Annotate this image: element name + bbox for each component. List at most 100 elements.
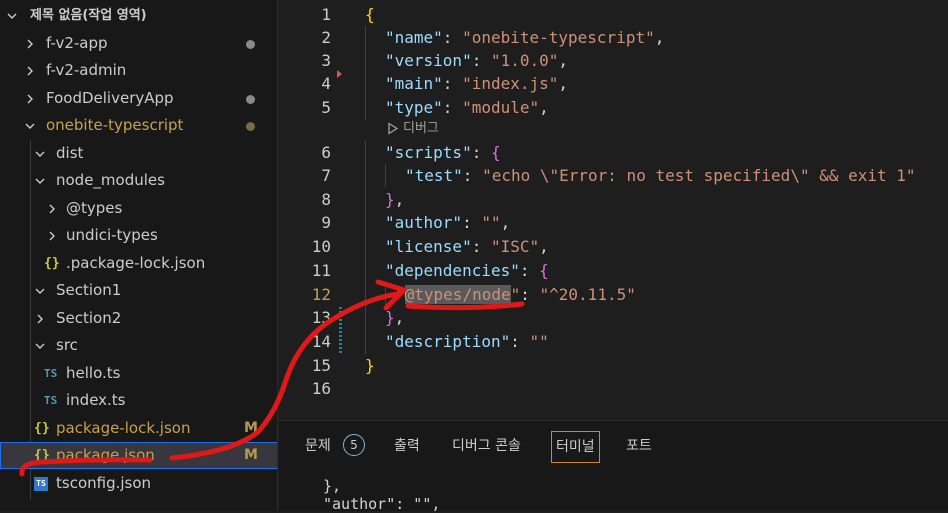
chevron-down-icon [34, 277, 48, 297]
folder-fooddeliveryapp[interactable]: FoodDeliveryApp [0, 85, 277, 112]
folder-label: node_modules [56, 171, 165, 189]
line-number: 5 [321, 98, 331, 117]
chevron-right-icon [34, 305, 48, 325]
tab-output[interactable]: 출력 [394, 434, 420, 458]
tab-problems[interactable]: 문제 [305, 434, 331, 458]
indent-guide [385, 282, 386, 305]
chevron-right-icon [46, 195, 60, 215]
code-line: "license": "ISC", [385, 237, 549, 256]
codelens-label: 디버그 [403, 121, 439, 136]
chevron-right-icon [46, 222, 60, 242]
folder-label: undici-types [66, 226, 158, 244]
folder-node-modules[interactable]: node_modules [0, 167, 277, 194]
chevron-down-icon [34, 332, 48, 352]
typescript-file-icon: TS [44, 394, 58, 407]
tab-debug-console[interactable]: 디버그 콘솔 [452, 434, 521, 458]
tab-label: 문제 [305, 438, 331, 454]
file-label: package-lock.json [56, 419, 191, 437]
breakpoint-hint-icon [337, 70, 342, 78]
line-number: 7 [321, 166, 331, 185]
file-tsconfig-json[interactable]: TS tsconfig.json [0, 470, 277, 497]
folder-label: @types [66, 199, 123, 217]
tab-ports[interactable]: 포트 [626, 434, 652, 458]
git-modified-badge: M [244, 420, 258, 436]
file-label: package.json [56, 446, 155, 464]
json-file-icon: {} [34, 448, 50, 463]
folder-onebite-typescript[interactable]: onebite-typescript [0, 112, 277, 139]
line-number: 16 [311, 379, 331, 398]
indent-guide [365, 26, 366, 120]
code-line: }, [385, 308, 405, 327]
chevron-down-icon [24, 112, 38, 132]
folder-label: Section2 [56, 309, 122, 327]
typescript-file-icon: TS [44, 367, 58, 380]
file-label: .package-lock.json [66, 254, 206, 272]
tsconfig-file-icon: TS [34, 477, 48, 491]
folder-undici-types[interactable]: undici-types [0, 222, 277, 249]
tab-label: 터미널 [556, 439, 595, 455]
code-editor[interactable]: 1 2 3 4 5 6 7 8 9 10 11 12 13 14 15 16 {… [279, 0, 948, 420]
folder-f-v2-admin[interactable]: f-v2-admin [0, 57, 277, 84]
modified-line-gutter [339, 330, 342, 353]
code-line: "author": "", [385, 213, 511, 232]
file-package-lock-json[interactable]: {} package-lock.json M [0, 415, 277, 442]
tab-label: 디버그 콘솔 [452, 438, 521, 454]
code-line: "name": "onebite-typescript", [385, 28, 665, 47]
folder-label: FoodDeliveryApp [46, 89, 174, 107]
folder-section1[interactable]: Section1 [0, 277, 277, 304]
folder-label: dist [56, 144, 84, 162]
file-dot-package-lock-json[interactable]: {} .package-lock.json [0, 250, 277, 277]
debug-codelens[interactable]: 디버그 [387, 119, 439, 139]
json-file-icon: {} [34, 421, 50, 436]
line-number: 6 [321, 143, 331, 162]
file-hello-ts[interactable]: TS hello.ts [0, 360, 277, 387]
folder-label: onebite-typescript [46, 116, 184, 134]
folder-label: f-v2-app [46, 34, 108, 52]
code-line-selected: "@types/node": "^20.11.5" [395, 285, 636, 304]
indent-guide [385, 164, 386, 187]
line-number: 14 [311, 332, 331, 351]
explorer-sidebar: 제목 없음(작업 영역) f-v2-app f-v2-admin FoodDel… [0, 0, 278, 510]
folder-types[interactable]: @types [0, 195, 277, 222]
line-number: 11 [311, 261, 331, 280]
workspace-title: 제목 없음(작업 영역) [30, 8, 147, 23]
terminal-line: }, [323, 477, 342, 495]
git-modified-badge: M [244, 447, 258, 463]
file-package-json[interactable]: {} package.json M [0, 442, 277, 469]
folder-dist[interactable]: dist [0, 140, 277, 167]
terminal-line: "author": "", [323, 495, 441, 513]
folder-label: Section1 [56, 281, 122, 299]
indent-guide [365, 141, 366, 354]
tab-label: 포트 [626, 438, 652, 454]
chevron-down-icon [34, 140, 48, 160]
file-index-ts[interactable]: TS index.ts [0, 387, 277, 414]
folder-section2[interactable]: Section2 [0, 305, 277, 332]
code-line: }, [385, 190, 405, 209]
bottom-panel: 문제 5 출력 디버그 콘솔 터미널 포트 }, "author": "", [279, 420, 948, 513]
line-number: 13 [311, 308, 331, 327]
chevron-right-icon [24, 30, 38, 50]
code-line: } [365, 356, 375, 375]
line-number: 8 [321, 190, 331, 209]
line-number-active: 12 [311, 285, 331, 304]
code-line: "type": "module", [385, 98, 549, 117]
file-label: tsconfig.json [56, 474, 152, 492]
tab-terminal[interactable]: 터미널 [551, 431, 600, 463]
line-number: 15 [311, 356, 331, 375]
code-line: "test": "echo \"Error: no test specified… [405, 166, 916, 185]
file-label: hello.ts [66, 364, 121, 382]
file-label: index.ts [66, 391, 126, 409]
code-line: "scripts": { [385, 143, 501, 162]
modified-dot [246, 95, 255, 104]
chevron-right-icon [24, 57, 38, 77]
workspace-header[interactable]: 제목 없음(작업 영역) [0, 2, 277, 29]
chevron-down-icon [6, 2, 20, 22]
code-line: { [365, 5, 375, 24]
folder-label: src [56, 336, 78, 354]
modified-dot [246, 40, 255, 49]
code-line: "description": "" [385, 332, 549, 351]
modified-line-gutter [339, 306, 342, 329]
folder-f-v2-app[interactable]: f-v2-app [0, 30, 277, 57]
json-file-icon: {} [44, 256, 60, 271]
folder-src[interactable]: src [0, 332, 277, 359]
